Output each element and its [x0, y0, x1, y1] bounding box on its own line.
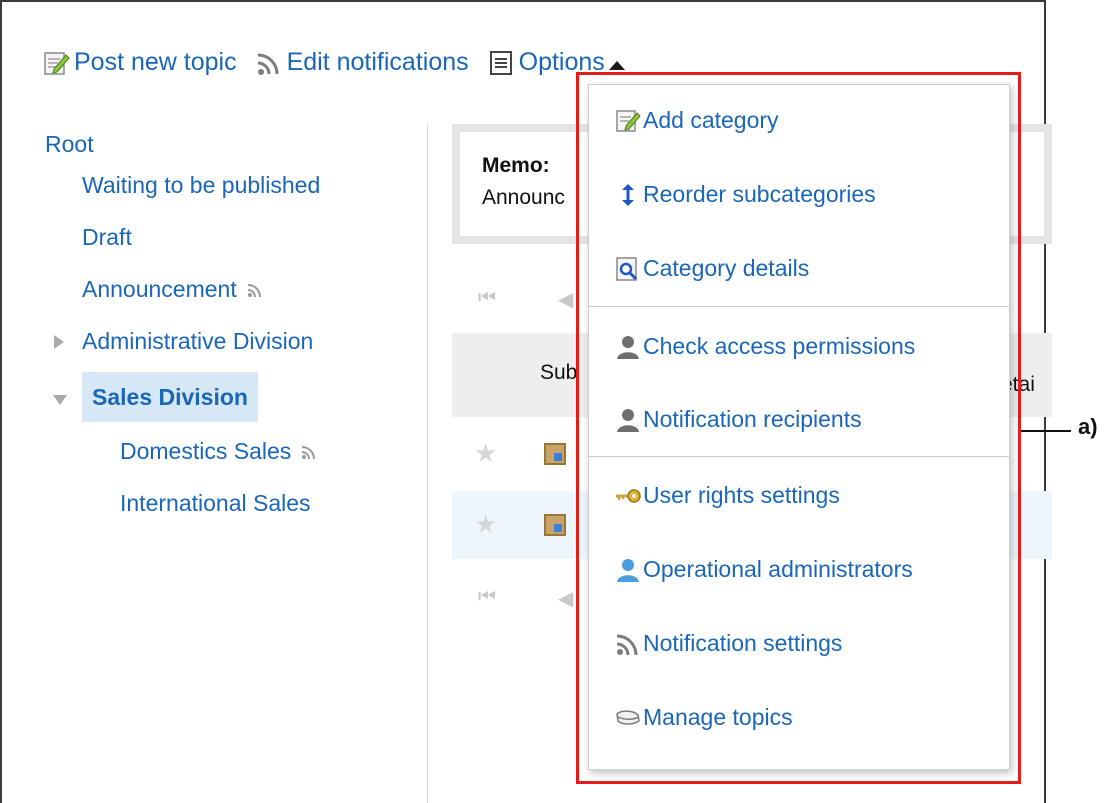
caret-up-icon	[608, 61, 625, 70]
tree-item-label: Draft	[82, 224, 132, 250]
memo-title: Memo:	[482, 154, 550, 177]
pager-top: ⏮ ◀	[478, 287, 573, 312]
prev-page-icon[interactable]: ◀	[558, 586, 573, 611]
memo-text: Announc	[482, 186, 565, 209]
tree-item-administrative[interactable]: Administrative Division	[82, 328, 313, 355]
edit-notifications-label: Edit notifications	[286, 48, 469, 76]
header-subject: Sub	[540, 361, 578, 384]
topic-icon	[544, 514, 566, 536]
tree-item-label: Waiting to be published	[82, 172, 321, 198]
tree-item-international[interactable]: International Sales	[120, 490, 311, 517]
highlight-box	[576, 72, 1021, 784]
toolbar: Post new topic Edit notifications Option…	[42, 48, 643, 77]
expand-arrow-icon[interactable]	[54, 335, 64, 349]
post-new-topic-link[interactable]: Post new topic	[42, 48, 237, 77]
feed-icon	[302, 445, 316, 459]
tree-item-label: Administrative Division	[82, 328, 314, 354]
edit-notifications-link[interactable]: Edit notifications	[255, 48, 469, 77]
tree-item-domestics[interactable]: Domestics Sales	[120, 438, 317, 465]
tree-root-label: Root	[45, 131, 94, 157]
topic-icon	[544, 443, 566, 465]
callout-line	[1021, 430, 1071, 432]
callout-label: a)	[1078, 414, 1098, 439]
pager-bottom: ⏮ ◀	[478, 586, 573, 611]
post-new-topic-label: Post new topic	[74, 48, 237, 76]
star-icon[interactable]: ★	[474, 509, 497, 540]
tree-item-label: Announcement	[82, 276, 237, 302]
tree-item-announcement[interactable]: Announcement	[82, 276, 263, 303]
tree-item-label: Sales Division	[92, 383, 248, 410]
tree-item-label: International Sales	[120, 490, 311, 516]
list-icon	[489, 50, 512, 75]
first-page-icon[interactable]: ⏮	[478, 586, 496, 611]
feed-icon	[257, 53, 279, 75]
tree-item-waiting[interactable]: Waiting to be published	[82, 172, 320, 199]
star-icon[interactable]: ★	[474, 438, 497, 469]
first-page-icon[interactable]: ⏮	[478, 287, 496, 312]
tree-item-draft[interactable]: Draft	[82, 224, 132, 251]
tree-item-label: Domestics Sales	[120, 438, 292, 464]
collapse-arrow-icon[interactable]	[53, 395, 67, 405]
panel-divider	[427, 124, 428, 803]
prev-page-icon[interactable]: ◀	[558, 287, 573, 312]
feed-icon	[247, 283, 261, 297]
tree-item-sales-selected[interactable]: Sales Division	[82, 372, 258, 422]
post-topic-icon	[44, 51, 70, 75]
tree-root[interactable]: Root	[45, 131, 94, 158]
